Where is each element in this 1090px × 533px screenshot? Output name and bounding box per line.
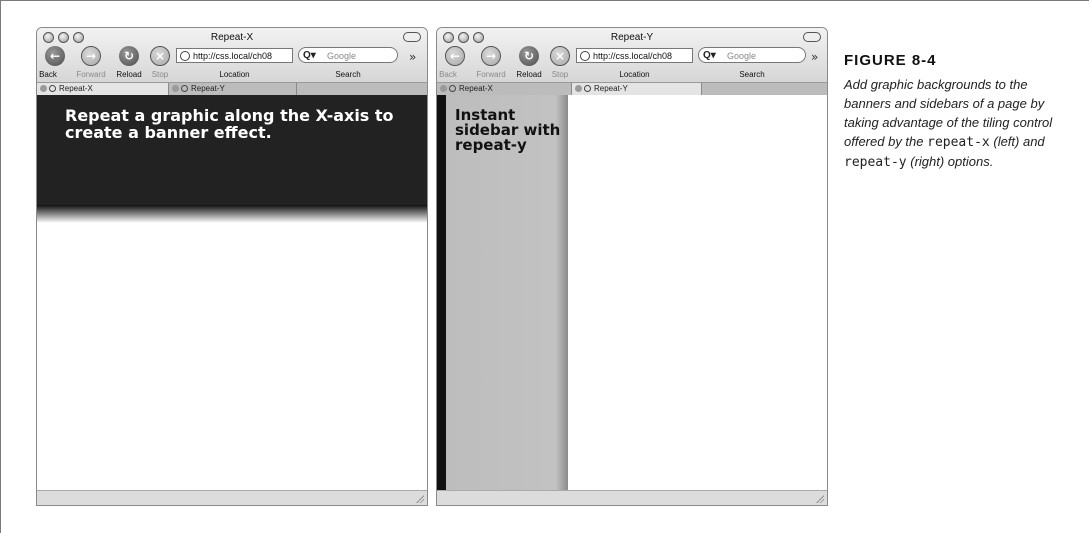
reload-label: Reload <box>516 70 542 79</box>
address-bar[interactable]: http://css.local/ch08 <box>176 48 293 63</box>
figure-caption: FIGURE 8-4 Add graphic backgrounds to th… <box>844 52 1064 172</box>
stop-label: Stop <box>151 70 169 79</box>
location-label: Location <box>219 70 250 79</box>
figure-description: Add graphic backgrounds to the banners a… <box>844 75 1064 172</box>
tab-label: Repeat-X <box>459 84 493 93</box>
chevron-right-icon[interactable]: » <box>409 50 416 64</box>
globe-icon <box>180 51 190 61</box>
arrow-right-icon: → <box>485 49 497 63</box>
forward-label: Forward <box>76 70 106 79</box>
back-label: Back <box>39 70 57 79</box>
globe-icon <box>49 85 56 92</box>
tab-repeat-x[interactable]: Repeat-X <box>37 83 169 95</box>
url-text: http://css.local/ch08 <box>593 51 673 61</box>
arrow-left-icon: ← <box>449 49 461 63</box>
tab-bar: Repeat-X Repeat-Y <box>437 82 827 96</box>
window-chrome: Repeat-X ← → ↻ × Back Forward Reload Sto… <box>37 28 427 82</box>
window-title: Repeat-X <box>210 32 254 43</box>
search-icon: Q▾ <box>303 50 316 61</box>
forward-label: Forward <box>476 70 506 79</box>
tab-repeat-y[interactable]: Repeat-Y <box>572 83 702 95</box>
browser-window-repeat-x: Repeat-X ← → ↻ × Back Forward Reload Sto… <box>36 27 428 506</box>
caption-text: (left) and <box>989 134 1045 149</box>
forward-button[interactable]: → <box>81 46 101 66</box>
browser-window-repeat-y: Repeat-Y ← → ↻ × Back Forward Reload Sto… <box>436 27 828 506</box>
close-tab-icon[interactable] <box>40 85 47 92</box>
globe-icon <box>584 85 591 92</box>
status-bar <box>437 490 827 505</box>
search-label: Search <box>335 70 361 79</box>
globe-icon <box>449 85 456 92</box>
address-bar[interactable]: http://css.local/ch08 <box>576 48 693 63</box>
globe-icon <box>181 85 188 92</box>
back-label: Back <box>439 70 457 79</box>
chevron-right-icon[interactable]: » <box>811 50 818 64</box>
close-icon: × <box>154 49 166 63</box>
tab-label: Repeat-Y <box>191 84 225 93</box>
arrow-right-icon: → <box>85 49 97 63</box>
page-border-left <box>0 0 1 533</box>
close-tab-icon[interactable] <box>440 85 447 92</box>
stop-button[interactable]: × <box>550 46 570 66</box>
toolbar-toggle-button[interactable] <box>803 32 821 42</box>
close-tab-icon[interactable] <box>172 85 179 92</box>
stop-label: Stop <box>551 70 569 79</box>
globe-icon <box>580 51 590 61</box>
tab-label: Repeat-Y <box>594 84 628 93</box>
sidebar <box>446 95 568 491</box>
back-button[interactable]: ← <box>445 46 465 66</box>
close-icon: × <box>554 49 566 63</box>
reload-label: Reload <box>116 70 142 79</box>
caption-text: (right) options. <box>906 154 994 169</box>
search-input[interactable]: Q▾ Google <box>698 47 806 63</box>
toolbar-toggle-button[interactable] <box>403 32 421 42</box>
resize-grip-icon[interactable] <box>815 494 824 503</box>
back-button[interactable]: ← <box>45 46 65 66</box>
arrow-left-icon: ← <box>49 49 61 63</box>
page-border-top <box>0 0 1089 1</box>
banner-text: Repeat a graphic along the X-axis to cre… <box>65 106 394 142</box>
search-label: Search <box>739 70 765 79</box>
search-placeholder: Google <box>727 51 757 61</box>
sidebar-text: Instant sidebar with repeat-y <box>455 106 561 154</box>
search-input[interactable]: Q▾ Google <box>298 47 398 63</box>
location-label: Location <box>619 70 650 79</box>
stop-button[interactable]: × <box>150 46 170 66</box>
figure-title: FIGURE 8-4 <box>844 52 937 69</box>
forward-button[interactable]: → <box>481 46 501 66</box>
banner: Repeat a graphic along the X-axis to cre… <box>37 95 427 205</box>
reload-button[interactable]: ↻ <box>519 46 539 66</box>
caption-code: repeat-y <box>844 155 907 170</box>
reload-icon: ↻ <box>123 49 135 63</box>
page-content: Instant sidebar with repeat-y <box>437 95 827 491</box>
page-content: Repeat a graphic along the X-axis to cre… <box>37 95 427 491</box>
tab-bar: Repeat-X Repeat-Y <box>37 82 427 96</box>
search-placeholder: Google <box>327 51 357 61</box>
search-icon: Q▾ <box>703 50 716 61</box>
window-chrome: Repeat-Y ← → ↻ × Back Forward Reload Sto… <box>437 28 827 82</box>
tab-label: Repeat-X <box>59 84 93 93</box>
status-bar <box>37 490 427 505</box>
url-text: http://css.local/ch08 <box>193 51 273 61</box>
reload-icon: ↻ <box>523 49 535 63</box>
tab-repeat-y[interactable]: Repeat-Y <box>169 83 297 95</box>
banner-gradient <box>37 205 427 223</box>
reload-button[interactable]: ↻ <box>119 46 139 66</box>
tab-repeat-x[interactable]: Repeat-X <box>437 83 572 95</box>
close-tab-icon[interactable] <box>575 85 582 92</box>
window-title: Repeat-Y <box>610 32 654 43</box>
resize-grip-icon[interactable] <box>415 494 424 503</box>
sidebar-edge <box>437 95 446 491</box>
caption-code: repeat-x <box>927 135 990 150</box>
